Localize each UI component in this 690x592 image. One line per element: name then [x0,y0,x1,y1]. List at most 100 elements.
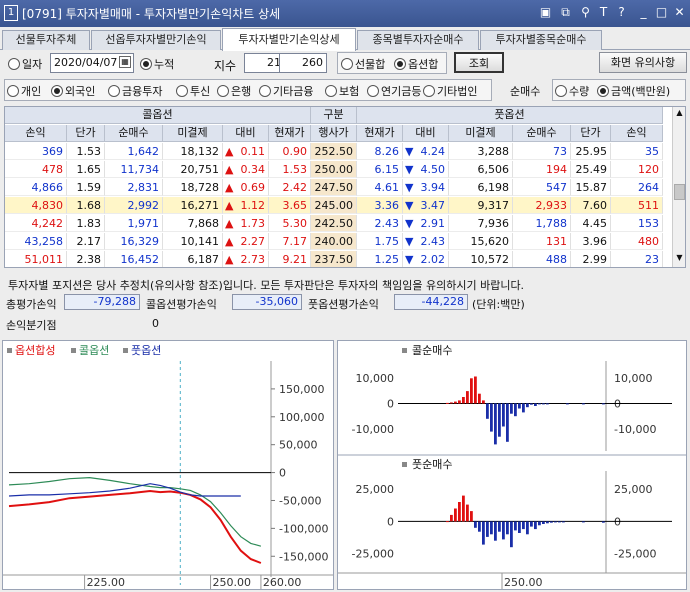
table-cell: 480 [611,233,663,250]
y-tick-label-left: 0 [387,515,394,528]
investor-radio-bank[interactable]: 은행 [217,82,251,100]
window: 1 [0791] 투자자별매매 - 투자자별만기손익차트 상세 ▣ ⧉ ⚲ T … [0,0,690,592]
table-cell: 6,198 [449,179,513,196]
investor-radio-fininv[interactable]: 금융투자 [108,82,162,100]
table-cell: 9,317 [449,197,513,214]
down-arrow-icon: ▼ [405,145,414,158]
netbuy-bar [538,403,541,405]
tab-investor-stock-netbuy[interactable]: 투자자별종목순매수 [480,30,602,50]
netbuy-bar [466,504,469,522]
netbuy-bar [522,521,525,530]
link-icon[interactable]: ⧉ [558,5,573,20]
help-icon[interactable]: ? [614,5,629,20]
netbuy-bar [510,403,513,414]
memo-icon[interactable]: ▣ [538,5,553,20]
legend-marker [123,348,128,353]
investor-radio-pension[interactable]: 연기금등 [367,82,421,100]
futures-sum-radio-circle [341,58,353,70]
table-cell: 2.38 [67,251,105,267]
netbuy-bar [502,403,505,427]
column-header: 현재가 [357,125,403,142]
up-arrow-icon: ▲ [225,253,234,266]
y-tick-label: -10,000 [614,423,656,436]
calendar-icon[interactable]: ▦ [119,56,131,68]
investor-radio-foreign[interactable]: 외국인 [51,82,95,100]
investor-radio-individual[interactable]: 개인 [7,82,41,100]
sum-type-group: 선물합 옵션합 [337,52,447,74]
scroll-thumb[interactable] [674,184,685,200]
index-to-input[interactable]: 260 [279,53,327,73]
options-sum-radio[interactable]: 옵션합 [394,55,438,73]
netbuy-bar [546,403,549,405]
font-icon[interactable]: T [596,5,611,20]
qty-radio[interactable]: 수량 [555,82,589,100]
notice-button[interactable]: 화면 유의사항 [599,52,687,73]
table-cell: 5.30 [269,215,311,232]
table-cell: 131 [513,233,571,250]
table-cell: 240.00 [311,233,357,250]
netbuy-bar [514,521,517,531]
netbuy-bar [498,403,501,437]
y-tick-label-left: 25,000 [356,483,395,496]
netbuy-bar [518,521,521,533]
table-cell: 511 [611,197,663,214]
x-tick-label: 250.00 [504,576,543,589]
tab-investor-expiry-pl-detail[interactable]: 투자자별만기손익상세 [222,28,356,51]
table-cell: 2.43 [357,215,403,232]
table-cell: 264 [611,179,663,196]
close-icon[interactable]: ✕ [672,5,687,20]
legend-marker [7,348,12,353]
table-cell: 16,452 [105,251,163,267]
down-arrow-icon: ▼ [405,199,414,212]
tab-futures-investor[interactable]: 선물투자주체 [2,30,90,50]
maximize-icon[interactable]: □ [654,5,669,20]
legend-label: 콜순매수 [412,344,452,357]
table-cell: 4,242 [5,215,67,232]
cumulative-radio-circle [140,58,152,70]
down-arrow-icon: ▼ [405,163,414,176]
query-button[interactable]: 조회 [454,52,504,73]
scroll-down-icon[interactable]: ▼ [674,253,685,265]
date-radio[interactable]: 일자 [8,55,42,73]
table-cell: 18,132 [163,143,223,160]
table-cell: 242.50 [311,215,357,232]
table-cell: 10,141 [163,233,223,250]
y-tick-label: 0 [614,515,621,528]
unit-label: (단위:백만) [472,298,525,311]
netbuy-bar [446,402,449,404]
investor-radio-othercorp[interactable]: 기타법인 [423,82,477,100]
netbuy-bar [454,401,457,404]
tab-stock-investor-netbuy[interactable]: 종목별투자자순매수 [357,30,479,50]
table-cell: 237.50 [311,251,357,267]
table-cell: 250.00 [311,161,357,178]
table-cell: 7.60 [571,197,611,214]
up-arrow-icon: ▲ [225,199,234,212]
pin-icon[interactable]: ⚲ [578,5,593,20]
down-arrow-icon: ▼ [405,253,414,266]
table-cell: 16,329 [105,233,163,250]
date-value: 2020/04/07 [54,56,118,69]
table-scrollbar[interactable]: ▲ ▼ [672,107,685,267]
down-arrow-icon: ▼ [405,217,414,230]
date-input[interactable]: 2020/04/07 ▦ [50,53,134,73]
minimize-icon[interactable]: _ [636,5,651,20]
investor-radio-trust[interactable]: 투신 [176,82,210,100]
table-cell: 1,788 [513,215,571,232]
netbuy-bar-charts: 콜순매수 10,000 10,000 0 0 -10,000 -10,000 풋순매수 25,0… [337,340,687,590]
summary-panel: 투자자별 포지션은 당사 추정치(유의사항 참조)입니다. 모든 투자판단은 투… [4,273,686,339]
investor-radio-insurance[interactable]: 보험 [325,82,359,100]
up-arrow-icon: ▲ [225,235,234,248]
investor-radio-otherfin[interactable]: 기타금융 [259,82,313,100]
qty-label: 수량 [569,85,590,98]
cumulative-radio[interactable]: 누적 [140,55,174,73]
scroll-up-icon[interactable]: ▲ [674,108,685,120]
netbuy-bar [514,403,517,417]
table-cell: 4.50 ▼ [403,161,449,178]
radio-circle [7,85,19,97]
tab-investor-expiry-pl[interactable]: 선옵투자자별만기손익 [91,30,221,50]
amount-radio[interactable]: 금액(백만원) [597,82,670,100]
futures-sum-radio[interactable]: 선물합 [341,55,385,73]
netbuy-bar [458,502,461,522]
radio-circle [176,85,188,97]
table-cell: 11,734 [105,161,163,178]
